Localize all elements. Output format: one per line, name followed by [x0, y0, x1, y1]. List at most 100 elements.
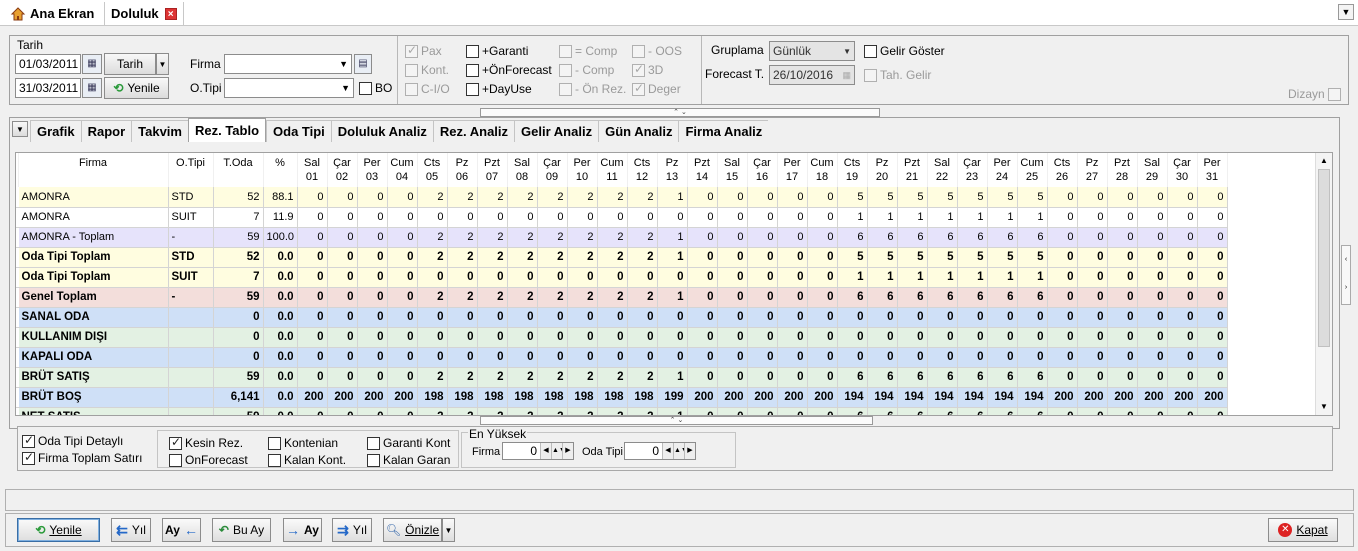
table-cell[interactable] [168, 347, 214, 368]
table-cell[interactable]: 1 [1017, 207, 1048, 228]
table-cell[interactable]: 194 [837, 387, 868, 408]
table-cell[interactable]: 0.0 [263, 307, 298, 328]
table-cell[interactable]: 0 [357, 327, 388, 348]
table-cell[interactable]: 200 [717, 387, 748, 408]
table-cell[interactable]: 1 [987, 267, 1018, 288]
table-cell[interactable]: 0 [447, 207, 478, 228]
table-cell[interactable]: 0 [687, 227, 718, 248]
column-header[interactable]: Çar 30 [1167, 153, 1198, 187]
table-cell[interactable]: 200 [777, 387, 808, 408]
calendar-icon[interactable]: ▦ [82, 54, 102, 74]
table-cell[interactable]: 5 [867, 187, 898, 208]
column-header[interactable]: Firma [18, 153, 169, 187]
column-header[interactable]: Sal 15 [717, 153, 748, 187]
table-cell[interactable]: 2 [507, 247, 538, 268]
table-cell[interactable]: 0 [1077, 367, 1108, 388]
table-cell[interactable]: 2 [417, 367, 448, 388]
table-cell[interactable]: 0.0 [263, 267, 298, 288]
table-cell[interactable]: 0 [717, 207, 748, 228]
table-cell[interactable]: 200 [1077, 387, 1108, 408]
table-cell[interactable]: 0 [1137, 327, 1168, 348]
table-cell[interactable]: 2 [477, 247, 508, 268]
column-header[interactable]: Pzt 28 [1107, 153, 1138, 187]
table-cell[interactable]: 0 [1107, 227, 1138, 248]
spin-right-icon[interactable]: ▶ [684, 443, 695, 459]
table-cell[interactable]: 0 [597, 347, 628, 368]
table-cell[interactable]: 11.9 [263, 207, 298, 228]
table-cell[interactable]: 0 [507, 327, 538, 348]
table-cell[interactable]: 2 [417, 227, 448, 248]
table-cell[interactable]: 0 [1017, 327, 1048, 348]
table-cell[interactable]: 0 [327, 407, 358, 415]
table-cell[interactable]: 0 [1107, 307, 1138, 328]
table-cell[interactable]: 0 [717, 367, 748, 388]
column-header[interactable]: Cts 26 [1047, 153, 1078, 187]
table-cell[interactable]: 0 [297, 327, 328, 348]
column-header[interactable]: T.Oda [213, 153, 264, 187]
table-cell[interactable]: 0 [1047, 307, 1078, 328]
table-cell[interactable]: 0 [537, 347, 568, 368]
table-cell[interactable]: 0 [507, 267, 538, 288]
table-cell[interactable]: 0.0 [263, 407, 298, 415]
table-cell[interactable]: Oda Tipi Toplam [18, 267, 169, 288]
table-cell[interactable]: 0 [387, 247, 418, 268]
table-cell[interactable]: 2 [507, 367, 538, 388]
table-cell[interactable]: 0.0 [263, 247, 298, 268]
table-cell[interactable]: 0 [213, 327, 264, 348]
prev-year-button[interactable]: ⇇ Yıl [111, 518, 151, 542]
table-cell[interactable]: 0 [597, 307, 628, 328]
table-cell[interactable]: 0 [687, 307, 718, 328]
end-date-field[interactable]: 31/03/2011 [15, 78, 81, 98]
table-cell[interactable]: 0 [1077, 327, 1108, 348]
table-cell[interactable]: 0 [387, 307, 418, 328]
gelir-goster-checkbox[interactable]: Gelir Göster [864, 44, 945, 58]
table-cell[interactable]: 0 [477, 327, 508, 348]
table-cell[interactable]: KAPALI ODA [18, 347, 169, 368]
table-cell[interactable]: 0 [837, 327, 868, 348]
cio-checkbox[interactable]: C-I/O [405, 82, 450, 96]
table-cell[interactable]: 0 [1197, 207, 1228, 228]
table-cell[interactable]: 6 [837, 287, 868, 308]
vertical-scrollbar[interactable]: ▲ ▼ [1315, 153, 1332, 415]
table-cell[interactable]: 2 [567, 227, 598, 248]
table-cell[interactable]: 0 [777, 327, 808, 348]
table-cell[interactable]: 0 [657, 267, 688, 288]
table-cell[interactable]: 0 [1047, 207, 1078, 228]
table-cell[interactable]: 0 [1047, 347, 1078, 368]
table-cell[interactable]: 194 [867, 387, 898, 408]
table-cell[interactable]: 0 [357, 347, 388, 368]
table-cell[interactable]: 2 [507, 227, 538, 248]
table-cell[interactable]: 0 [777, 287, 808, 308]
table-cell[interactable]: 0 [357, 367, 388, 388]
table-cell[interactable]: 0 [747, 407, 778, 415]
table-cell[interactable]: 0 [597, 207, 628, 228]
table-cell[interactable]: 0 [1137, 227, 1168, 248]
table-cell[interactable]: 0 [867, 347, 898, 368]
table-cell[interactable]: 200 [387, 387, 418, 408]
table-cell[interactable]: 0 [357, 267, 388, 288]
table-cell[interactable]: 1 [657, 227, 688, 248]
table-cell[interactable]: 0 [1047, 327, 1078, 348]
table-cell[interactable]: 6 [867, 227, 898, 248]
table-cell[interactable]: 0 [807, 267, 838, 288]
table-cell[interactable]: 0 [717, 247, 748, 268]
table-cell[interactable]: 0 [1077, 187, 1108, 208]
column-header[interactable]: Pz 13 [657, 153, 688, 187]
table-cell[interactable]: 0 [387, 187, 418, 208]
table-cell[interactable]: 200 [1047, 387, 1078, 408]
table-cell[interactable]: 198 [417, 387, 448, 408]
table-cell[interactable]: 6 [927, 227, 958, 248]
table-cell[interactable]: 0 [1077, 287, 1108, 308]
table-cell[interactable]: 0 [1167, 267, 1198, 288]
garanti-kont-checkbox[interactable]: Garanti Kont [367, 436, 450, 450]
close-button[interactable]: ✕ Kapat [1268, 518, 1338, 542]
forecast-date-field[interactable]: 26/10/2016 ▦ [769, 65, 855, 85]
table-cell[interactable]: 1 [927, 267, 958, 288]
yenile-button[interactable]: ⟲ Yenile [104, 77, 169, 99]
table-cell[interactable]: 2 [597, 367, 628, 388]
tab-takvim[interactable]: Takvim [131, 120, 188, 142]
table-cell[interactable]: 0 [1047, 227, 1078, 248]
table-cell[interactable]: 0 [777, 367, 808, 388]
table-cell[interactable]: 6 [897, 227, 928, 248]
table-cell[interactable]: 0 [927, 347, 958, 368]
